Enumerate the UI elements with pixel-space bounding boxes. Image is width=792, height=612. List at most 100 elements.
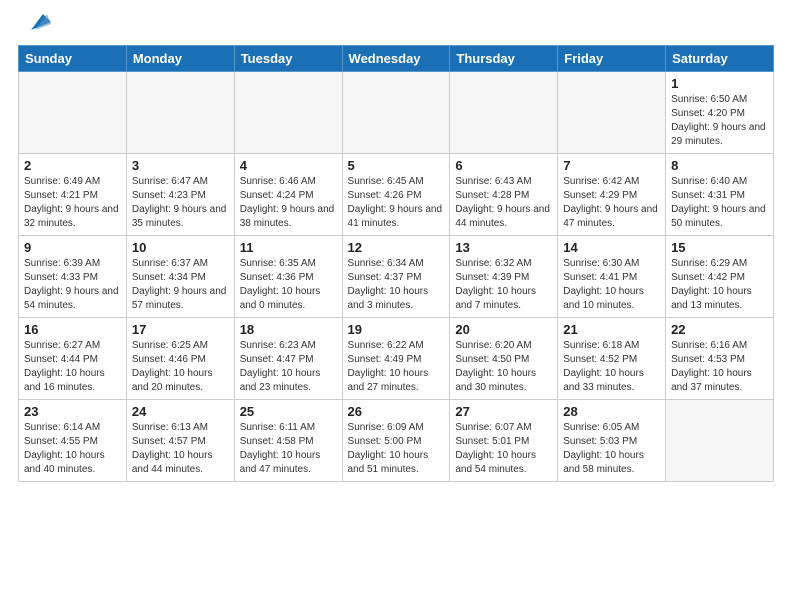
day-number: 2	[24, 158, 121, 173]
day-number: 20	[455, 322, 552, 337]
day-cell: 8 Sunrise: 6:40 AM Sunset: 4:31 PM Daylig…	[666, 154, 774, 236]
logo-icon	[21, 10, 51, 36]
day-number: 4	[240, 158, 337, 173]
day-info: Sunrise: 6:11 AM Sunset: 4:58 PM Dayligh…	[240, 421, 337, 477]
weekday-header-sunday: Sunday	[19, 46, 127, 72]
day-cell: 12Sunrise: 6:34 AM Sunset: 4:37 PM Dayli…	[342, 236, 450, 318]
day-number: 1	[671, 76, 768, 91]
day-info: Sunrise: 6:40 AM Sunset: 4:31 PM Dayligh…	[671, 175, 768, 231]
day-cell: 4 Sunrise: 6:46 AM Sunset: 4:24 PM Daylig…	[234, 154, 342, 236]
weekday-header-thursday: Thursday	[450, 46, 558, 72]
day-number: 9	[24, 240, 121, 255]
day-info: Sunrise: 6:42 AM Sunset: 4:29 PM Dayligh…	[563, 175, 660, 231]
day-cell: 3Sunrise: 6:47 AM Sunset: 4:23 PM Daylig…	[126, 154, 234, 236]
day-cell: 13 Sunrise: 6:32 AM Sunset: 4:39 PM Dayli…	[450, 236, 558, 318]
day-info: Sunrise: 6:35 AM Sunset: 4:36 PM Dayligh…	[240, 257, 337, 313]
day-info: Sunrise: 6:32 AM Sunset: 4:39 PM Dayligh…	[455, 257, 552, 313]
day-number: 3	[132, 158, 229, 173]
weekday-header-saturday: Saturday	[666, 46, 774, 72]
header	[18, 16, 774, 37]
day-info: Sunrise: 6:16 AM Sunset: 4:53 PM Dayligh…	[671, 339, 768, 395]
day-number: 25	[240, 404, 337, 419]
weekday-header-wednesday: Wednesday	[342, 46, 450, 72]
week-row-2: 9 Sunrise: 6:39 AM Sunset: 4:33 PM Daylig…	[19, 236, 774, 318]
day-cell: 1 Sunrise: 6:50 AM Sunset: 4:20 PM Daylig…	[666, 72, 774, 154]
day-number: 19	[348, 322, 445, 337]
day-number: 16	[24, 322, 121, 337]
day-cell	[234, 72, 342, 154]
day-number: 13	[455, 240, 552, 255]
day-number: 6	[455, 158, 552, 173]
day-cell	[126, 72, 234, 154]
day-cell: 17 Sunrise: 6:25 AM Sunset: 4:46 PM Dayli…	[126, 318, 234, 400]
calendar-table: SundayMondayTuesdayWednesdayThursdayFrid…	[18, 45, 774, 482]
day-number: 18	[240, 322, 337, 337]
day-info: Sunrise: 6:34 AM Sunset: 4:37 PM Dayligh…	[348, 257, 445, 313]
week-row-4: 23Sunrise: 6:14 AM Sunset: 4:55 PM Dayli…	[19, 400, 774, 482]
day-info: Sunrise: 6:50 AM Sunset: 4:20 PM Dayligh…	[671, 93, 768, 149]
day-info: Sunrise: 6:18 AM Sunset: 4:52 PM Dayligh…	[563, 339, 660, 395]
day-cell: 25 Sunrise: 6:11 AM Sunset: 4:58 PM Dayli…	[234, 400, 342, 482]
day-info: Sunrise: 6:05 AM Sunset: 5:03 PM Dayligh…	[563, 421, 660, 477]
day-number: 28	[563, 404, 660, 419]
day-info: Sunrise: 6:07 AM Sunset: 5:01 PM Dayligh…	[455, 421, 552, 477]
day-info: Sunrise: 6:13 AM Sunset: 4:57 PM Dayligh…	[132, 421, 229, 477]
day-cell: 11 Sunrise: 6:35 AM Sunset: 4:36 PM Dayli…	[234, 236, 342, 318]
day-info: Sunrise: 6:22 AM Sunset: 4:49 PM Dayligh…	[348, 339, 445, 395]
page: SundayMondayTuesdayWednesdayThursdayFrid…	[0, 0, 792, 612]
day-number: 21	[563, 322, 660, 337]
day-cell: 24 Sunrise: 6:13 AM Sunset: 4:57 PM Dayli…	[126, 400, 234, 482]
day-number: 27	[455, 404, 552, 419]
day-cell: 6Sunrise: 6:43 AM Sunset: 4:28 PM Daylig…	[450, 154, 558, 236]
day-info: Sunrise: 6:27 AM Sunset: 4:44 PM Dayligh…	[24, 339, 121, 395]
day-cell: 23Sunrise: 6:14 AM Sunset: 4:55 PM Dayli…	[19, 400, 127, 482]
weekday-header-tuesday: Tuesday	[234, 46, 342, 72]
day-info: Sunrise: 6:25 AM Sunset: 4:46 PM Dayligh…	[132, 339, 229, 395]
day-cell: 18Sunrise: 6:23 AM Sunset: 4:47 PM Dayli…	[234, 318, 342, 400]
day-cell: 5Sunrise: 6:45 AM Sunset: 4:26 PM Daylig…	[342, 154, 450, 236]
day-cell	[342, 72, 450, 154]
day-number: 14	[563, 240, 660, 255]
day-info: Sunrise: 6:37 AM Sunset: 4:34 PM Dayligh…	[132, 257, 229, 313]
day-number: 10	[132, 240, 229, 255]
day-cell: 19 Sunrise: 6:22 AM Sunset: 4:49 PM Dayli…	[342, 318, 450, 400]
day-cell	[19, 72, 127, 154]
day-number: 22	[671, 322, 768, 337]
day-info: Sunrise: 6:49 AM Sunset: 4:21 PM Dayligh…	[24, 175, 121, 231]
day-number: 26	[348, 404, 445, 419]
day-info: Sunrise: 6:39 AM Sunset: 4:33 PM Dayligh…	[24, 257, 121, 313]
day-cell: 28 Sunrise: 6:05 AM Sunset: 5:03 PM Dayli…	[558, 400, 666, 482]
day-cell: 21 Sunrise: 6:18 AM Sunset: 4:52 PM Dayli…	[558, 318, 666, 400]
day-cell: 14Sunrise: 6:30 AM Sunset: 4:41 PM Dayli…	[558, 236, 666, 318]
logo	[18, 16, 51, 37]
day-cell	[666, 400, 774, 482]
day-cell: 7 Sunrise: 6:42 AM Sunset: 4:29 PM Daylig…	[558, 154, 666, 236]
day-cell	[450, 72, 558, 154]
day-number: 15	[671, 240, 768, 255]
weekday-header-friday: Friday	[558, 46, 666, 72]
day-info: Sunrise: 6:09 AM Sunset: 5:00 PM Dayligh…	[348, 421, 445, 477]
day-info: Sunrise: 6:20 AM Sunset: 4:50 PM Dayligh…	[455, 339, 552, 395]
weekday-header-monday: Monday	[126, 46, 234, 72]
day-cell: 26 Sunrise: 6:09 AM Sunset: 5:00 PM Dayli…	[342, 400, 450, 482]
day-cell: 2 Sunrise: 6:49 AM Sunset: 4:21 PM Daylig…	[19, 154, 127, 236]
day-number: 17	[132, 322, 229, 337]
week-row-0: 1 Sunrise: 6:50 AM Sunset: 4:20 PM Daylig…	[19, 72, 774, 154]
day-cell: 15Sunrise: 6:29 AM Sunset: 4:42 PM Dayli…	[666, 236, 774, 318]
day-cell: 16 Sunrise: 6:27 AM Sunset: 4:44 PM Dayli…	[19, 318, 127, 400]
weekday-header-row: SundayMondayTuesdayWednesdayThursdayFrid…	[19, 46, 774, 72]
day-number: 7	[563, 158, 660, 173]
week-row-3: 16 Sunrise: 6:27 AM Sunset: 4:44 PM Dayli…	[19, 318, 774, 400]
day-cell	[558, 72, 666, 154]
day-cell: 20 Sunrise: 6:20 AM Sunset: 4:50 PM Dayli…	[450, 318, 558, 400]
day-cell: 22 Sunrise: 6:16 AM Sunset: 4:53 PM Dayli…	[666, 318, 774, 400]
day-info: Sunrise: 6:45 AM Sunset: 4:26 PM Dayligh…	[348, 175, 445, 231]
day-cell: 10 Sunrise: 6:37 AM Sunset: 4:34 PM Dayli…	[126, 236, 234, 318]
day-number: 11	[240, 240, 337, 255]
day-info: Sunrise: 6:14 AM Sunset: 4:55 PM Dayligh…	[24, 421, 121, 477]
day-number: 8	[671, 158, 768, 173]
day-number: 24	[132, 404, 229, 419]
day-cell: 27 Sunrise: 6:07 AM Sunset: 5:01 PM Dayli…	[450, 400, 558, 482]
day-cell: 9 Sunrise: 6:39 AM Sunset: 4:33 PM Daylig…	[19, 236, 127, 318]
day-info: Sunrise: 6:46 AM Sunset: 4:24 PM Dayligh…	[240, 175, 337, 231]
